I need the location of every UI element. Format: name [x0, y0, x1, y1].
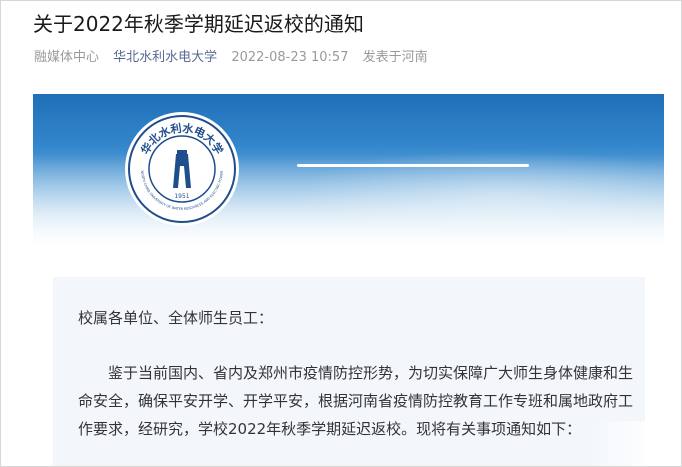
notice-paragraph-text: 鉴于当前国内、省内及郑州市疫情防控形势，为切实保障广大师生身体健康和生命安全，确…: [78, 364, 634, 438]
banner-glow: [293, 149, 664, 239]
article-title: 关于2022年秋季学期延迟返校的通知: [33, 12, 364, 36]
meta-location: 发表于河南: [362, 50, 428, 65]
article-meta: 融媒体中心 华北水利水电大学 2022-08-23 10:57 发表于河南: [34, 46, 438, 65]
banner-decorative-line: [297, 164, 529, 167]
meta-datetime: 2022-08-23 10:57: [231, 50, 349, 65]
meta-source: 融媒体中心: [34, 50, 100, 65]
logo-tower-top: [177, 150, 187, 154]
notice-body-card: 校属各单位、全体师生员工： 鉴于当前国内、省内及郑州市疫情防控形势，为切实保障广…: [53, 277, 645, 466]
article-banner-image: 华北水利水电大学 NORTH CHINA UNIVERSITY OF WATER…: [33, 94, 664, 245]
university-logo-emblem: 华北水利水电大学 NORTH CHINA UNIVERSITY OF WATER…: [125, 112, 239, 226]
logo-year: 1951: [174, 193, 189, 200]
meta-account-link[interactable]: 华北水利水电大学: [113, 50, 217, 65]
bottom-right-fade: [591, 421, 681, 466]
article-frame: 关于2022年秋季学期延迟返校的通知 融媒体中心 华北水利水电大学 2022-0…: [0, 0, 682, 467]
notice-salutation: 校属各单位、全体师生员工：: [78, 309, 274, 327]
notice-paragraph: 鉴于当前国内、省内及郑州市疫情防控形势，为切实保障广大师生身体健康和生命安全，确…: [78, 359, 643, 443]
